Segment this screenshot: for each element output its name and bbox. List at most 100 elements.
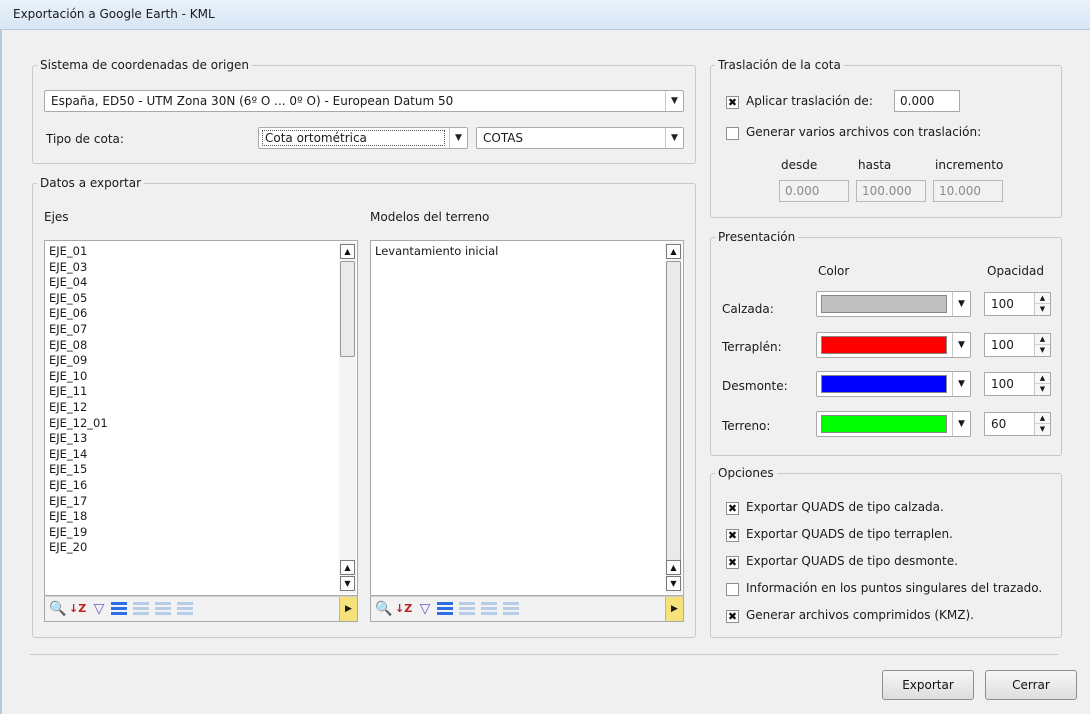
traslacion-valor-input[interactable]: 0.000 <box>894 90 960 112</box>
terraplen-opacidad-spinner[interactable]: 100 ▲ ▼ <box>984 333 1051 357</box>
hasta-input[interactable]: 100.000 <box>856 180 926 202</box>
opcion-checkbox[interactable]: ✖ <box>726 502 739 515</box>
exportar-button[interactable]: Exportar <box>882 670 974 700</box>
scroll-down-button[interactable]: ▼ <box>666 576 681 591</box>
varios-archivos-label: Generar varios archivos con traslación: <box>746 125 982 139</box>
list-item[interactable]: EJE_15 <box>49 462 337 478</box>
list-item[interactable]: EJE_19 <box>49 525 337 541</box>
list-item[interactable]: EJE_12 <box>49 400 337 416</box>
desmonte-label: Desmonte: <box>722 379 788 393</box>
list-item[interactable]: EJE_14 <box>49 447 337 463</box>
spin-up-icon[interactable]: ▲ <box>1034 413 1050 424</box>
list-item[interactable]: EJE_10 <box>49 369 337 385</box>
opcion-checkbox[interactable]: ✖ <box>726 529 739 542</box>
incremento-input[interactable]: 10.000 <box>933 180 1003 202</box>
help-search-icon[interactable]: 🔍 <box>375 601 392 617</box>
invert-selection-icon[interactable] <box>481 602 497 616</box>
calzada-opacidad-spinner[interactable]: 100 ▲ ▼ <box>984 292 1051 316</box>
scroll-down-button[interactable]: ▼ <box>340 576 355 591</box>
opcion-checkbox[interactable] <box>726 583 739 596</box>
ejes-scrollbar[interactable]: ▲ ▲ ▼ <box>339 242 356 594</box>
spin-down-icon[interactable]: ▼ <box>1034 304 1050 315</box>
varios-archivos-checkbox[interactable] <box>726 127 739 140</box>
datos-legend: Datos a exportar <box>40 176 142 190</box>
capa-combo[interactable]: COTAS ▼ <box>476 127 684 149</box>
chevron-down-icon: ▼ <box>952 412 970 436</box>
list-item[interactable]: EJE_13 <box>49 431 337 447</box>
sistema-coordenadas-combo[interactable]: España, ED50 - UTM Zona 30N (6º O ... 0º… <box>44 90 684 112</box>
filter-icon[interactable]: ▽ <box>417 601 433 617</box>
opcion-checkbox[interactable]: ✖ <box>726 556 739 569</box>
select-all-icon[interactable] <box>437 602 453 616</box>
ejes-items: EJE_01 EJE_03 EJE_04 EJE_05 EJE_06 EJE_07 EJE_… <box>49 244 337 595</box>
terreno-opacidad-value: 60 <box>991 417 1007 431</box>
desmonte-opacidad-spinner[interactable]: 100 ▲ ▼ <box>984 372 1051 396</box>
modelos-list[interactable]: Levantamiento inicial ▲ ▲ ▼ <box>370 240 684 596</box>
remove-selection-icon[interactable] <box>177 602 193 616</box>
list-item[interactable]: EJE_18 <box>49 509 337 525</box>
list-item[interactable]: EJE_17 <box>49 494 337 510</box>
desde-input[interactable]: 0.000 <box>779 180 849 202</box>
terreno-color-combo[interactable]: ▼ <box>816 411 971 437</box>
calzada-color-combo[interactable]: ▼ <box>816 291 971 317</box>
scroll-up-button[interactable]: ▲ <box>340 244 355 259</box>
modelos-scrollbar[interactable]: ▲ ▲ ▼ <box>665 242 682 594</box>
spin-down-icon[interactable]: ▼ <box>1034 345 1050 356</box>
spin-up-icon[interactable]: ▲ <box>1034 293 1050 304</box>
list-item[interactable]: EJE_09 <box>49 353 337 369</box>
chevron-down-icon: ▼ <box>665 128 683 148</box>
spin-up-icon[interactable]: ▲ <box>1034 334 1050 345</box>
terreno-opacidad-spinner[interactable]: 60 ▲ ▼ <box>984 412 1051 436</box>
tipo-cota-label: Tipo de cota: <box>46 132 124 146</box>
help-search-icon[interactable]: 🔍 <box>49 601 66 617</box>
scroll-thumb[interactable] <box>666 261 681 561</box>
list-item[interactable]: EJE_03 <box>49 260 337 276</box>
terraplen-color-swatch <box>821 336 947 354</box>
cerrar-button[interactable]: Cerrar <box>985 670 1077 700</box>
spin-down-icon[interactable]: ▼ <box>1034 384 1050 395</box>
list-item[interactable]: EJE_20 <box>49 540 337 556</box>
list-item[interactable]: EJE_01 <box>49 244 337 260</box>
list-item[interactable]: EJE_16 <box>49 478 337 494</box>
scroll-up-button[interactable]: ▲ <box>666 244 681 259</box>
list-item[interactable]: EJE_06 <box>49 306 337 322</box>
toolbar-more-button[interactable]: ▶ <box>665 597 683 621</box>
opcion-checkbox[interactable]: ✖ <box>726 610 739 623</box>
terreno-label: Terreno: <box>722 419 771 433</box>
scroll-up-button[interactable]: ▲ <box>666 560 681 575</box>
list-item[interactable]: EJE_05 <box>49 291 337 307</box>
tipo-cota-combo[interactable]: Cota ortométrica ▼ <box>258 127 468 149</box>
opcion-label: Exportar QUADS de tipo desmonte. <box>746 554 958 568</box>
list-item[interactable]: EJE_12_01 <box>49 416 337 432</box>
list-item[interactable]: EJE_08 <box>49 338 337 354</box>
chevron-down-icon: ▼ <box>952 333 970 357</box>
calzada-color-swatch <box>821 295 947 313</box>
select-none-icon[interactable] <box>459 602 475 616</box>
desmonte-opacidad-value: 100 <box>991 377 1014 391</box>
spin-up-icon[interactable]: ▲ <box>1034 373 1050 384</box>
sort-az-icon[interactable]: ↓Z <box>395 601 412 617</box>
footer-separator <box>30 654 1058 655</box>
list-item[interactable]: EJE_04 <box>49 275 337 291</box>
list-item[interactable]: Levantamiento inicial <box>375 244 663 260</box>
sort-az-icon[interactable]: ↓Z <box>69 601 86 617</box>
capa-value: COTAS <box>483 131 524 145</box>
list-item[interactable]: EJE_07 <box>49 322 337 338</box>
select-all-icon[interactable] <box>111 602 127 616</box>
tipo-cota-value: Cota ortométrica <box>265 131 367 145</box>
desmonte-color-combo[interactable]: ▼ <box>816 371 971 397</box>
terraplen-color-combo[interactable]: ▼ <box>816 332 971 358</box>
filter-icon[interactable]: ▽ <box>91 601 107 617</box>
color-header: Color <box>818 264 850 278</box>
spin-down-icon[interactable]: ▼ <box>1034 424 1050 435</box>
remove-selection-icon[interactable] <box>503 602 519 616</box>
aplicar-traslacion-checkbox[interactable]: ✖ <box>726 96 739 109</box>
chevron-down-icon: ▼ <box>952 372 970 396</box>
toolbar-more-button[interactable]: ▶ <box>339 597 357 621</box>
scroll-thumb[interactable] <box>340 261 355 357</box>
invert-selection-icon[interactable] <box>155 602 171 616</box>
ejes-list[interactable]: EJE_01 EJE_03 EJE_04 EJE_05 EJE_06 EJE_07 EJE_… <box>44 240 358 596</box>
list-item[interactable]: EJE_11 <box>49 384 337 400</box>
select-none-icon[interactable] <box>133 602 149 616</box>
scroll-up-button[interactable]: ▲ <box>340 560 355 575</box>
